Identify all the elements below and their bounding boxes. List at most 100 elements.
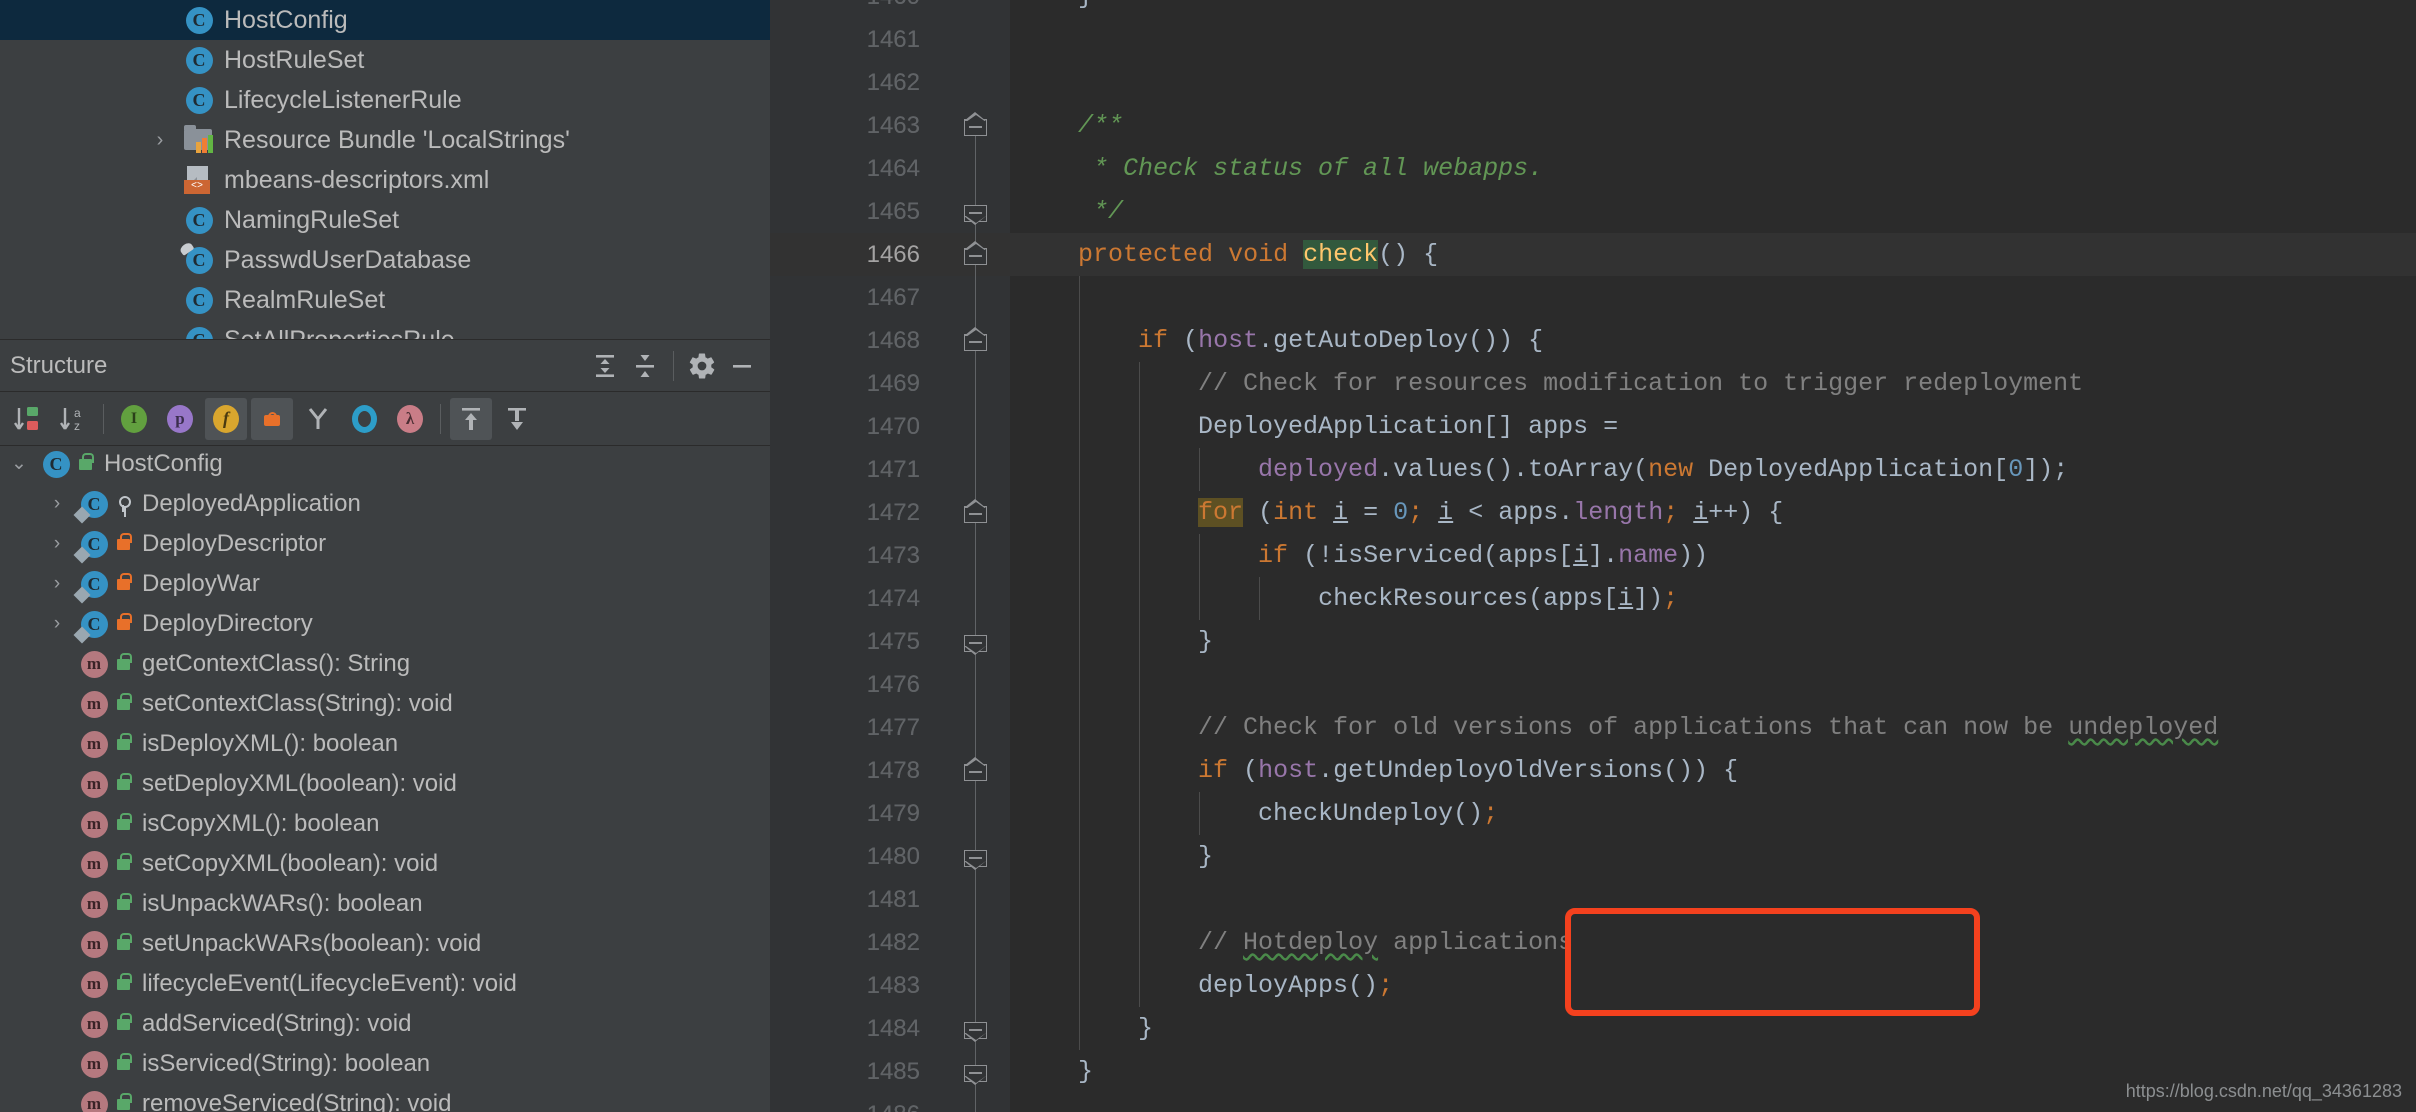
structure-tree-item[interactable]: m lifecycleEvent(LifecycleEvent): void — [0, 964, 770, 1004]
method-icon: m — [76, 650, 112, 678]
code-editor[interactable]: 1460 1461 1462 1463 1464 1465 1466 1467 1468 1469… — [770, 0, 2416, 1112]
code-folding-strip[interactable] — [942, 0, 1010, 1112]
class-glyph: C — [185, 326, 213, 339]
code-line: if (!isServiced(apps[i].name)) — [1258, 541, 1709, 570]
show-fields-button[interactable]: f — [205, 397, 247, 440]
fold-marker[interactable] — [964, 112, 987, 137]
fold-marker[interactable] — [964, 200, 987, 225]
chevron-right-icon[interactable]: › — [38, 613, 76, 635]
project-tree-item-label: HostConfig — [224, 5, 348, 34]
project-tree-item-label: SetAllPropertiesRule — [224, 325, 455, 340]
inner-class-glyph: C — [80, 610, 108, 638]
code-line: protected void check() { — [1078, 240, 1439, 269]
method-glyph: m — [80, 770, 108, 798]
chevron-right-icon[interactable]: › — [38, 493, 76, 515]
structure-tree-item-label: setUnpackWARs(boolean): void — [142, 930, 482, 957]
lock-green-icon — [112, 972, 134, 990]
structure-tree[interactable]: ⌄ C HostConfig › C DeployedApplication › C Deplo… — [0, 446, 770, 1112]
code-line: deployed.values().toArray(new DeployedAp… — [1258, 455, 2069, 484]
structure-tree-item[interactable]: m addServiced(String): void — [0, 1004, 770, 1044]
autoscroll-from-source-button[interactable] — [496, 398, 538, 440]
expand-all-icon — [596, 354, 614, 377]
fold-marker[interactable] — [964, 1017, 987, 1042]
line-number-gutter[interactable]: 1460 1461 1462 1463 1464 1465 1466 1467 1468 1469… — [770, 0, 942, 1112]
structure-tree-item[interactable]: m isDeployXML(): boolean — [0, 724, 770, 764]
header-divider — [673, 350, 674, 381]
structure-tree-item[interactable]: ⌄ C HostConfig — [0, 446, 770, 484]
line-number: 1475 — [866, 628, 920, 655]
code-text-area[interactable]: } /** * Check status of all webapps. */ … — [1010, 0, 2416, 1112]
method-icon: m — [76, 1090, 112, 1112]
sort-by-visibility-button[interactable] — [6, 398, 48, 440]
lock-green-icon — [112, 1092, 134, 1110]
fold-marker[interactable] — [964, 327, 987, 352]
lock-green-icon — [116, 1092, 132, 1110]
lock-green-icon — [112, 652, 134, 670]
project-tree-item[interactable]: C LifecycleListenerRule — [0, 80, 770, 120]
project-tree-item[interactable]: C RealmRuleSet — [0, 280, 770, 320]
structure-tree-item[interactable]: m removeServiced(String): void — [0, 1084, 770, 1112]
sort-alphabetically-button[interactable]: a z — [52, 398, 94, 440]
show-inherited-button[interactable]: I — [113, 398, 155, 440]
class-glyph: C — [185, 6, 213, 34]
code-line: checkResources(apps[i]); — [1318, 584, 1679, 613]
line-number: 1469 — [866, 370, 920, 397]
structure-tree-item[interactable]: m setCopyXML(boolean): void — [0, 844, 770, 884]
project-tree-item[interactable]: C PasswdUserDatabase — [0, 240, 770, 280]
structure-tree-item[interactable]: m setUnpackWARs(boolean): void — [0, 924, 770, 964]
fold-marker[interactable] — [964, 499, 987, 524]
fold-marker[interactable] — [964, 757, 987, 782]
structure-tree-item[interactable]: m isCopyXML(): boolean — [0, 804, 770, 844]
class-icon: C — [180, 6, 218, 34]
show-properties-button[interactable]: p — [159, 398, 201, 440]
class-icon: C — [180, 326, 218, 339]
chevron-right-icon[interactable]: › — [38, 573, 76, 595]
project-tree-item[interactable]: C NamingRuleSet — [0, 200, 770, 240]
group-methods-button[interactable] — [297, 398, 339, 440]
collapse-all-button[interactable] — [625, 346, 665, 386]
structure-tree-item-label: DeployDirectory — [142, 610, 313, 637]
chevron-down-icon[interactable]: ⌄ — [0, 455, 38, 473]
chevron-right-icon[interactable]: › — [140, 129, 180, 152]
fold-marker[interactable] — [964, 630, 987, 655]
structure-tree-item[interactable]: › C DeployDescriptor — [0, 524, 770, 564]
svg-text:a: a — [74, 406, 81, 420]
fold-marker[interactable] — [964, 241, 987, 266]
fold-marker[interactable] — [964, 1060, 987, 1085]
project-tree-item[interactable]: C SetAllPropertiesRule — [0, 320, 770, 340]
project-tree-item-label: Resource Bundle 'LocalStrings' — [224, 125, 570, 154]
show-non-public-button[interactable] — [251, 397, 293, 440]
structure-tree-item[interactable]: m setContextClass(String): void — [0, 684, 770, 724]
show-anonymous-classes-button[interactable] — [343, 398, 385, 440]
show-lambdas-button[interactable]: λ — [389, 398, 431, 440]
project-tree-item[interactable]: C HostRuleSet — [0, 40, 770, 80]
method-icon: m — [76, 770, 112, 798]
structure-tree-item[interactable]: m isServiced(String): boolean — [0, 1044, 770, 1084]
method-glyph: m — [80, 1050, 108, 1078]
hide-panel-button[interactable] — [722, 346, 762, 386]
code-line: // Check for resources modification to t… — [1198, 369, 2084, 398]
lock-orange-icon — [112, 532, 134, 550]
structure-tree-item[interactable]: m getContextClass(): String — [0, 644, 770, 684]
project-tree-panel[interactable]: C HostConfig C HostRuleSet C LifecycleListene… — [0, 0, 770, 340]
chevron-right-icon[interactable]: › — [38, 533, 76, 555]
structure-tree-item[interactable]: › C DeployWar — [0, 564, 770, 604]
structure-tree-item[interactable]: m setDeployXML(boolean): void — [0, 764, 770, 804]
structure-tree-item[interactable]: › C DeployedApplication — [0, 484, 770, 524]
project-tree-item[interactable]: <> mbeans-descriptors.xml — [0, 160, 770, 200]
method-icon: m — [76, 970, 112, 998]
structure-tree-item[interactable]: › C DeployDirectory — [0, 604, 770, 644]
xml-file-icon: <> — [180, 166, 218, 194]
autoscroll-to-source-button[interactable] — [450, 397, 492, 440]
line-number: 1460 — [770, 0, 920, 18]
project-tree-item[interactable]: C HostConfig — [0, 0, 770, 40]
code-line: // Check for old versions of application… — [1198, 713, 2219, 742]
line-number: 1461 — [866, 26, 920, 53]
line-number: 1482 — [866, 929, 920, 956]
project-tree-item[interactable]: › Resource Bundle 'LocalStrings' — [0, 120, 770, 160]
fold-marker[interactable] — [964, 845, 987, 870]
project-tree-item-label: HostRuleSet — [224, 45, 365, 74]
structure-tree-item[interactable]: m isUnpackWARs(): boolean — [0, 884, 770, 924]
expand-all-button[interactable] — [585, 346, 625, 386]
settings-button[interactable] — [682, 346, 722, 386]
